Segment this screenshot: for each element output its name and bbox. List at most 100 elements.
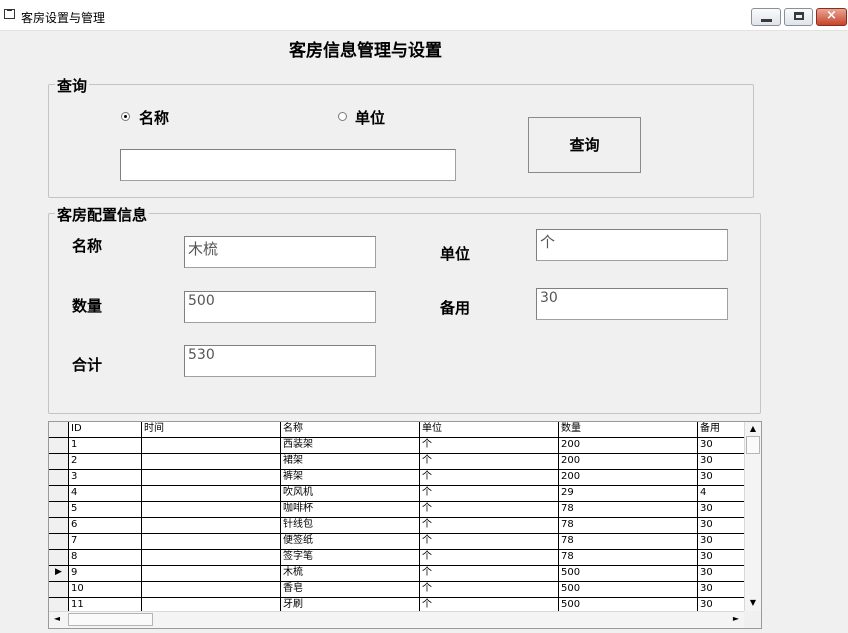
reserve-cell[interactable]: 30 [698, 566, 744, 582]
scroll-left-icon[interactable]: ◄ [51, 614, 63, 623]
reserve-cell[interactable]: 30 [698, 502, 744, 518]
table-row[interactable]: 7 便签纸个 78 30 [49, 534, 744, 550]
time-cell[interactable] [142, 534, 281, 550]
reserve-cell[interactable]: 30 [698, 598, 744, 611]
table-row[interactable]: 3 裤架个 200 30 [49, 470, 744, 486]
radio-name-label[interactable]: 名称 [139, 107, 169, 128]
reserve-cell[interactable]: 30 [698, 438, 744, 454]
id-cell[interactable]: 3 [69, 470, 142, 486]
radio-name[interactable] [121, 112, 130, 121]
table-row[interactable]: 6 针线包个 78 30 [49, 518, 744, 534]
time-cell[interactable] [142, 518, 281, 534]
name-cell[interactable]: 香皂 [281, 582, 420, 598]
row-selector[interactable] [49, 598, 69, 611]
column-header[interactable]: 时间 [142, 422, 281, 438]
reserve-field[interactable]: 30 [536, 288, 728, 320]
name-cell[interactable]: 吹风机 [281, 486, 420, 502]
time-cell[interactable] [142, 582, 281, 598]
unit-cell[interactable]: 个 [420, 518, 559, 534]
reserve-cell[interactable]: 30 [698, 534, 744, 550]
horizontal-scroll-thumb[interactable] [68, 613, 153, 626]
search-button[interactable]: 查询 [528, 117, 641, 173]
quantity-cell[interactable]: 500 [559, 582, 698, 598]
table-row[interactable]: 4 吹风机个 29 4 [49, 486, 744, 502]
data-grid[interactable]: ID 时间 名称 单位 数量 备用 1 西装架个 200 30 2 裙架个 200 30 3 裤架个 200 30… [48, 421, 762, 629]
unit-field[interactable]: 个 [536, 229, 728, 261]
quantity-cell[interactable]: 78 [559, 550, 698, 566]
row-selector[interactable] [49, 582, 69, 598]
title-bar[interactable]: 客房设置与管理 × [0, 0, 848, 31]
vertical-scroll-thumb[interactable] [746, 436, 760, 454]
quantity-field[interactable]: 500 [184, 291, 376, 323]
name-cell[interactable]: 咖啡杯 [281, 502, 420, 518]
id-cell[interactable]: 4 [69, 486, 142, 502]
unit-cell[interactable]: 个 [420, 470, 559, 486]
table-row[interactable]: 10 香皂个 500 30 [49, 582, 744, 598]
scroll-up-icon[interactable]: ▲ [745, 424, 761, 433]
name-cell[interactable]: 西装架 [281, 438, 420, 454]
table-row[interactable]: 11 牙刷个 500 30 [49, 598, 744, 611]
table-row[interactable]: ▶ 9 木梳个 500 30 [49, 566, 744, 582]
table-row[interactable]: 2 裙架个 200 30 [49, 454, 744, 470]
quantity-cell[interactable]: 200 [559, 438, 698, 454]
row-selector[interactable] [49, 534, 69, 550]
unit-cell[interactable]: 个 [420, 598, 559, 611]
id-cell[interactable]: 8 [69, 550, 142, 566]
window-icon[interactable] [4, 9, 15, 19]
table-row[interactable]: 1 西装架个 200 30 [49, 438, 744, 454]
reserve-cell[interactable]: 4 [698, 486, 744, 502]
unit-cell[interactable]: 个 [420, 550, 559, 566]
time-cell[interactable] [142, 550, 281, 566]
id-cell[interactable]: 5 [69, 502, 142, 518]
id-cell[interactable]: 7 [69, 534, 142, 550]
unit-cell[interactable]: 个 [420, 566, 559, 582]
radio-unit-label[interactable]: 单位 [355, 107, 385, 128]
time-cell[interactable] [142, 598, 281, 611]
minimize-button[interactable] [751, 8, 781, 26]
id-cell[interactable]: 10 [69, 582, 142, 598]
unit-cell[interactable]: 个 [420, 454, 559, 470]
row-selector[interactable] [49, 438, 69, 454]
name-cell[interactable]: 裤架 [281, 470, 420, 486]
row-selector[interactable] [49, 486, 69, 502]
quantity-cell[interactable]: 500 [559, 566, 698, 582]
column-header[interactable]: 单位 [420, 422, 559, 438]
current-row-indicator[interactable]: ▶ [49, 566, 69, 582]
scroll-down-icon[interactable]: ▼ [745, 598, 761, 607]
quantity-cell[interactable]: 78 [559, 502, 698, 518]
name-cell[interactable]: 牙刷 [281, 598, 420, 611]
time-cell[interactable] [142, 470, 281, 486]
horizontal-scrollbar[interactable]: ◄ ► [49, 611, 744, 628]
time-cell[interactable] [142, 486, 281, 502]
quantity-cell[interactable]: 29 [559, 486, 698, 502]
scroll-right-icon[interactable]: ► [730, 614, 742, 623]
column-header[interactable]: 数量 [559, 422, 698, 438]
row-selector[interactable] [49, 470, 69, 486]
unit-cell[interactable]: 个 [420, 582, 559, 598]
unit-cell[interactable]: 个 [420, 486, 559, 502]
quantity-cell[interactable]: 78 [559, 518, 698, 534]
row-selector[interactable] [49, 518, 69, 534]
id-cell[interactable]: 6 [69, 518, 142, 534]
time-cell[interactable] [142, 454, 281, 470]
name-cell[interactable]: 木梳 [281, 566, 420, 582]
time-cell[interactable] [142, 438, 281, 454]
unit-cell[interactable]: 个 [420, 534, 559, 550]
quantity-cell[interactable]: 200 [559, 470, 698, 486]
vertical-scrollbar[interactable]: ▲ ▼ [744, 422, 761, 611]
close-button[interactable]: × [816, 8, 847, 26]
id-cell[interactable]: 2 [69, 454, 142, 470]
maximize-button[interactable] [784, 8, 813, 26]
name-cell[interactable]: 便签纸 [281, 534, 420, 550]
id-cell[interactable]: 11 [69, 598, 142, 611]
column-header[interactable]: ID [69, 422, 142, 438]
quantity-cell[interactable]: 78 [559, 534, 698, 550]
reserve-cell[interactable]: 30 [698, 454, 744, 470]
row-selector[interactable] [49, 550, 69, 566]
table-row[interactable]: 5 咖啡杯个 78 30 [49, 502, 744, 518]
unit-cell[interactable]: 个 [420, 502, 559, 518]
id-cell[interactable]: 9 [69, 566, 142, 582]
quantity-cell[interactable]: 200 [559, 454, 698, 470]
reserve-cell[interactable]: 30 [698, 470, 744, 486]
quantity-cell[interactable]: 500 [559, 598, 698, 611]
